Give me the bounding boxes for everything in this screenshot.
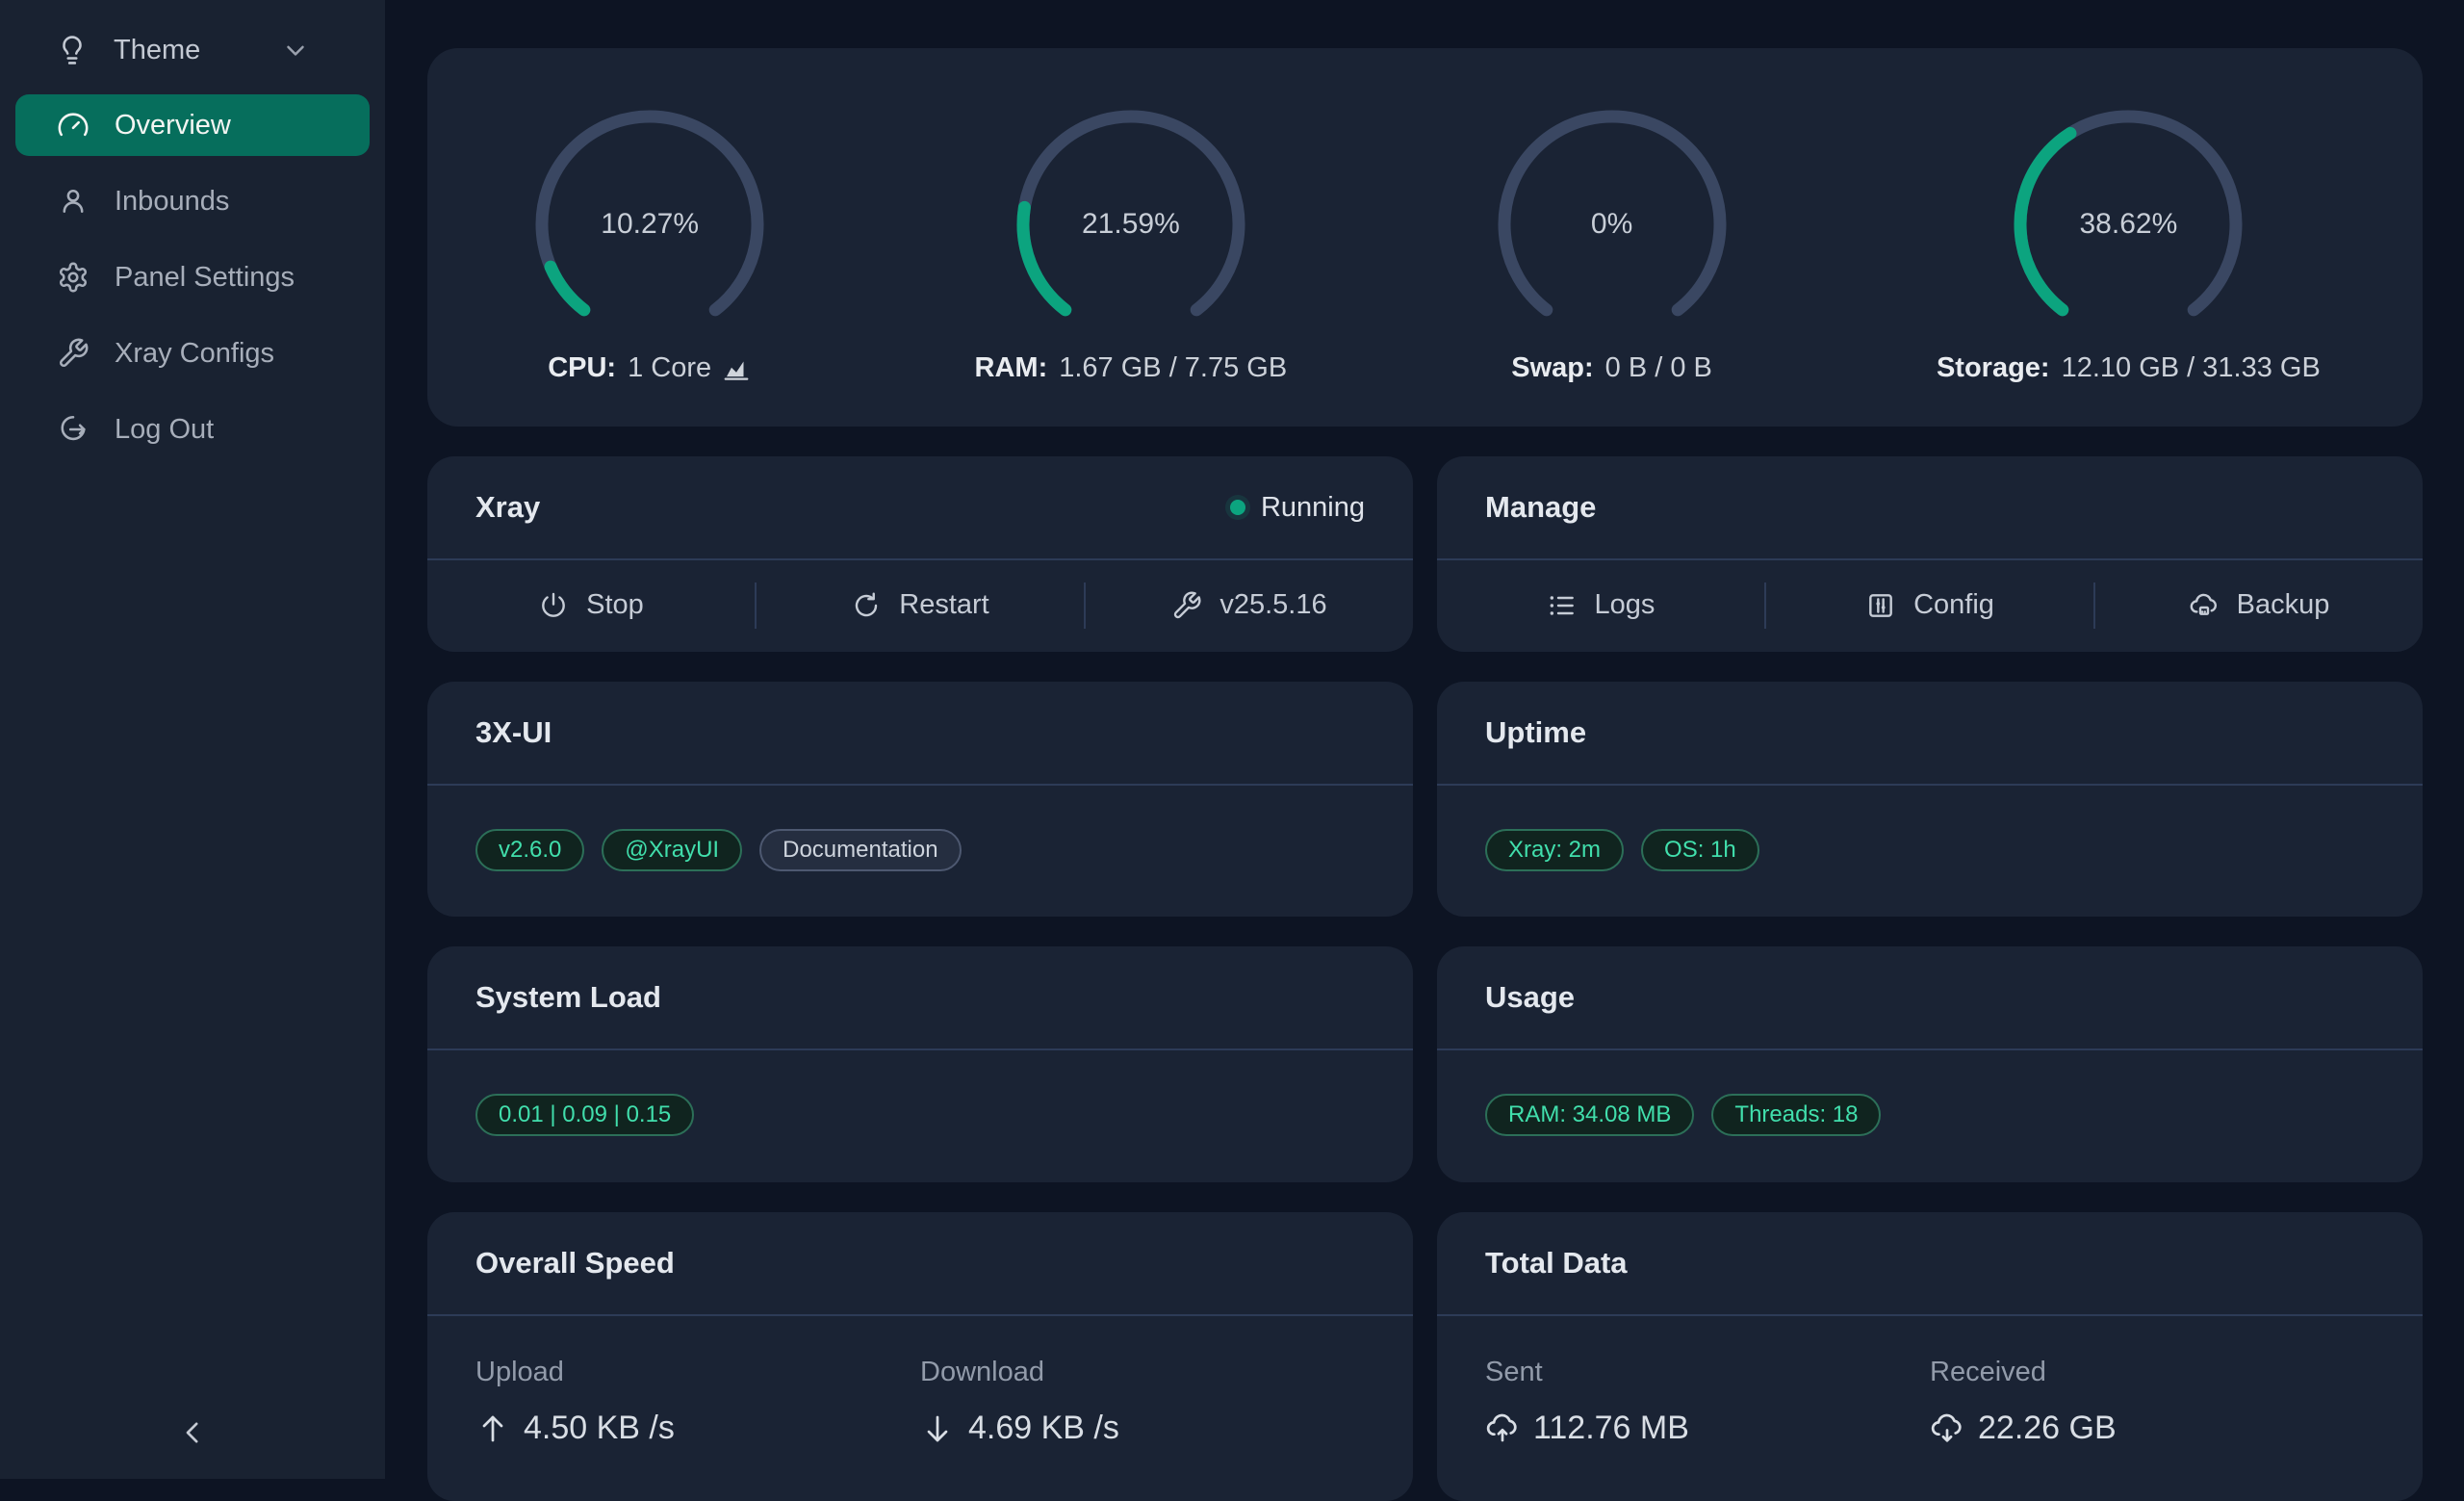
threads-badge: Threads: 18 xyxy=(1711,1094,1881,1136)
xray-card-title: Xray xyxy=(475,490,540,525)
area-chart-icon[interactable] xyxy=(721,354,752,383)
sidebar-item-xray-configs[interactable]: Xray Configs xyxy=(15,323,370,384)
cpu-label: CPU:1 Core xyxy=(548,352,752,384)
total-data-title: Total Data xyxy=(1485,1246,1628,1281)
logs-button[interactable]: Logs xyxy=(1437,560,1764,650)
storage-percent: 38.62% xyxy=(2008,104,2248,345)
xray-version-button[interactable]: v25.5.16 xyxy=(1086,560,1413,650)
gauge-cpu: 10.27% CPU:1 Core xyxy=(529,104,770,384)
sidebar-item-overview[interactable]: Overview xyxy=(15,94,370,156)
sent-stat: Sent 112.76 MB xyxy=(1485,1357,1930,1447)
cloud-download-icon xyxy=(1930,1411,1964,1446)
manage-card-title: Manage xyxy=(1485,490,1596,525)
ram-usage-badge: RAM: 34.08 MB xyxy=(1485,1094,1694,1136)
cloud-server-icon xyxy=(2189,590,2220,621)
xui-card: 3X-UI v2.6.0 @XrayUI Documentation xyxy=(427,682,1413,917)
stop-button[interactable]: Stop xyxy=(427,560,755,650)
lightbulb-icon xyxy=(56,34,89,66)
xray-card: Xray Running Stop xyxy=(427,456,1413,652)
sidebar-item-inbounds[interactable]: Inbounds xyxy=(15,170,370,232)
swap-percent: 0% xyxy=(1492,104,1732,345)
usage-card: Usage RAM: 34.08 MB Threads: 18 xyxy=(1437,946,2423,1182)
usage-card-title: Usage xyxy=(1485,980,1575,1015)
load-average-badge: 0.01 | 0.09 | 0.15 xyxy=(475,1094,694,1136)
sidebar-item-panel-settings[interactable]: Panel Settings xyxy=(15,246,370,308)
sidebar-item-label: Overview xyxy=(115,110,231,142)
sidebar-item-label: Inbounds xyxy=(115,186,229,218)
arrow-up-icon xyxy=(475,1411,510,1446)
uptime-card: Uptime Xray: 2m OS: 1h xyxy=(1437,682,2423,917)
overall-speed-card: Overall Speed Upload 4.50 KB /s xyxy=(427,1212,1413,1501)
xrayui-badge[interactable]: @XrayUI xyxy=(602,829,742,871)
theme-selector[interactable]: Theme xyxy=(0,23,385,77)
config-button[interactable]: Config xyxy=(1766,560,2093,650)
system-load-card: System Load 0.01 | 0.09 | 0.15 xyxy=(427,946,1413,1182)
wrench-icon xyxy=(57,337,90,370)
sidebar-item-label: Xray Configs xyxy=(115,338,274,370)
backup-button[interactable]: Backup xyxy=(2095,560,2423,650)
sidebar-item-label: Panel Settings xyxy=(115,262,295,294)
xray-status: Running xyxy=(1230,492,1365,524)
swap-label: Swap:0 B / 0 B xyxy=(1511,352,1712,384)
status-dot-icon xyxy=(1230,500,1245,515)
uptime-card-title: Uptime xyxy=(1485,715,1586,750)
version-badge[interactable]: v2.6.0 xyxy=(475,829,584,871)
xray-uptime-badge: Xray: 2m xyxy=(1485,829,1624,871)
restart-icon xyxy=(851,590,882,621)
documentation-badge[interactable]: Documentation xyxy=(759,829,961,871)
logout-icon xyxy=(57,413,90,446)
cloud-upload-icon xyxy=(1485,1411,1520,1446)
sidebar-item-label: Log Out xyxy=(115,414,214,446)
manage-card: Manage Logs xyxy=(1437,456,2423,652)
xui-card-title: 3X-UI xyxy=(475,715,552,750)
dashboard-icon xyxy=(57,109,90,142)
gear-icon xyxy=(57,261,90,294)
person-icon xyxy=(57,185,90,218)
sidebar-collapse-button[interactable] xyxy=(0,1413,385,1452)
sliders-icon xyxy=(1865,590,1896,621)
ram-label: RAM:1.67 GB / 7.75 GB xyxy=(975,352,1288,384)
theme-label: Theme xyxy=(114,35,281,66)
gauge-storage: 38.62% Storage:12.10 GB / 31.33 GB xyxy=(1937,104,2321,384)
gauge-ram: 21.59% RAM:1.67 GB / 7.75 GB xyxy=(975,104,1288,384)
sidebar-nav: Overview Inbounds Panel Settings xyxy=(0,94,385,460)
sidebar: Theme Overview Inbounds xyxy=(0,0,385,1479)
cpu-percent: 10.27% xyxy=(529,104,770,345)
main-content: 10.27% CPU:1 Core 21.59% xyxy=(385,0,2464,1479)
chevron-down-icon xyxy=(281,36,310,65)
received-stat: Received 22.26 GB xyxy=(1930,1357,2374,1447)
wrench-icon xyxy=(1171,590,1202,621)
total-data-card: Total Data Sent 112.76 MB xyxy=(1437,1212,2423,1501)
download-stat: Download 4.69 KB /s xyxy=(920,1357,1365,1447)
power-icon xyxy=(538,590,569,621)
os-uptime-badge: OS: 1h xyxy=(1641,829,1759,871)
restart-button[interactable]: Restart xyxy=(757,560,1084,650)
storage-label: Storage:12.10 GB / 31.33 GB xyxy=(1937,352,2321,384)
ram-percent: 21.59% xyxy=(1011,104,1251,345)
system-load-title: System Load xyxy=(475,980,661,1015)
upload-stat: Upload 4.50 KB /s xyxy=(475,1357,920,1447)
list-icon xyxy=(1547,590,1578,621)
sidebar-item-log-out[interactable]: Log Out xyxy=(15,399,370,460)
arrow-down-icon xyxy=(920,1411,955,1446)
chevron-left-icon xyxy=(173,1413,212,1452)
system-gauges-card: 10.27% CPU:1 Core 21.59% xyxy=(427,48,2423,427)
gauge-swap: 0% Swap:0 B / 0 B xyxy=(1492,104,1732,384)
overall-speed-title: Overall Speed xyxy=(475,1246,675,1281)
